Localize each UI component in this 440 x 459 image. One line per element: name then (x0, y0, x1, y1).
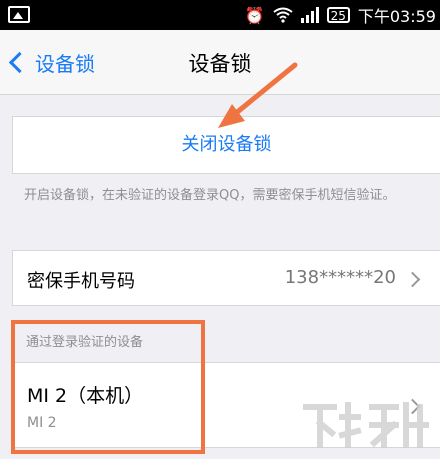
wifi-icon (272, 7, 293, 23)
gallery-icon (8, 6, 30, 23)
battery-indicator: 25 (326, 7, 350, 23)
device-name: MI 2（本机） (27, 385, 144, 407)
alarm-icon: ⏰ (244, 5, 265, 25)
status-bar: ⏰ 25 下午03:59 (0, 0, 440, 30)
signal-icon (300, 7, 319, 23)
device-lock-note: 开启设备锁，在未验证的设备登录QQ，需要密保手机短信验证。 (24, 188, 396, 203)
device-model: MI 2 (27, 415, 57, 431)
chevron-right-icon (404, 271, 421, 288)
page-title: 设备锁 (188, 52, 252, 76)
close-device-lock-button[interactable]: 关闭设备锁 (12, 116, 440, 174)
devices-section-header: 通过登录验证的设备 (26, 335, 144, 350)
navigation-bar: 设备锁 设备锁 (0, 30, 440, 95)
close-device-lock-label: 关闭设备锁 (181, 134, 272, 155)
status-right: ⏰ 25 下午03:59 (244, 4, 436, 27)
security-phone-value: 138******20 (284, 267, 396, 288)
watermark-logo-icon (303, 402, 429, 448)
security-phone-label: 密保手机号码 (27, 271, 135, 292)
security-phone-row[interactable]: 密保手机号码 138******20 (12, 250, 440, 306)
clock: 下午03:59 (357, 7, 436, 26)
